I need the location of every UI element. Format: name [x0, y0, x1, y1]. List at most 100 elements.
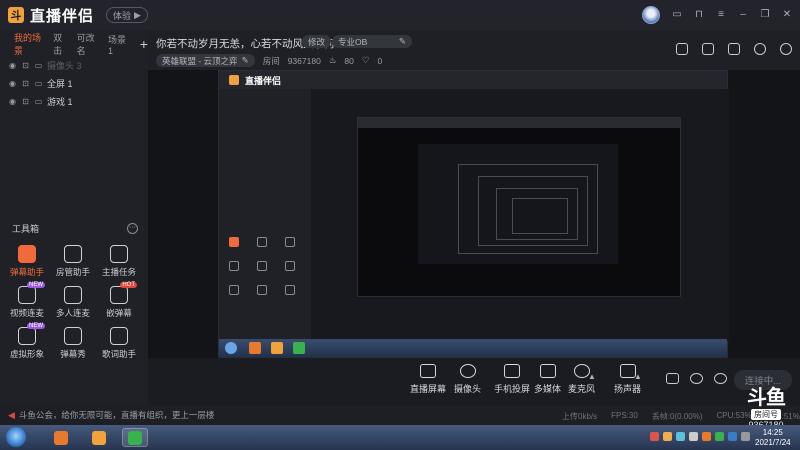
trial-label: 体验 — [113, 10, 132, 21]
upload-rate: 上传0kb/s — [562, 412, 598, 421]
tools-header: 工具箱 ··· — [12, 222, 138, 235]
tool-badge: NEW — [27, 282, 45, 288]
avatar[interactable] — [642, 6, 660, 24]
eye-icon[interactable]: ◉ — [8, 97, 17, 106]
record-icon[interactable] — [728, 43, 740, 55]
shirt-icon[interactable]: ⊓ — [694, 10, 704, 20]
tool-video-link[interactable]: NEW 视频连麦 — [4, 282, 50, 319]
source-label: 游戏 1 — [47, 96, 73, 107]
lock-icon[interactable]: ⊡ — [21, 79, 30, 88]
start-button[interactable] — [6, 427, 26, 447]
heart-icon: ♡ — [361, 55, 370, 65]
lock-icon[interactable]: ⊡ — [21, 61, 30, 70]
scene-tab[interactable]: 场景1 — [108, 33, 128, 56]
gear-icon[interactable] — [714, 373, 727, 384]
eye-icon[interactable] — [690, 373, 703, 384]
tool-multi-link[interactable]: 多人连麦 — [50, 286, 96, 319]
nested-tool — [285, 237, 295, 247]
task-icon — [110, 245, 128, 263]
tray-icon[interactable] — [650, 432, 659, 441]
room-id-label: 房间 — [262, 55, 280, 66]
tools-more-icon[interactable]: ··· — [127, 223, 138, 234]
control-screen[interactable]: 直播屏幕 — [410, 364, 446, 395]
nested-tool — [229, 285, 239, 295]
tray-icon[interactable] — [663, 432, 672, 441]
bell-icon[interactable] — [754, 43, 766, 55]
source-row[interactable]: ◉ ⊡ ▭ 游戏 1 — [0, 92, 148, 110]
room-id: 9367180 — [287, 55, 321, 66]
tool-lyrics[interactable]: 歌词助手 — [96, 327, 142, 360]
screenshot-icon[interactable] — [702, 43, 714, 55]
layout-icon[interactable] — [676, 43, 688, 55]
scene-tab[interactable]: 双击 — [53, 31, 69, 57]
tool-embed-danmaku[interactable]: HOT 嵌弹幕 — [96, 282, 142, 319]
status-bar: ◀ 斗鱼公会，给你无限可能，直播有组织，更上一层楼 上传0kb/s FPS:30… — [0, 405, 800, 425]
source-row[interactable]: ◉ ⊡ ▭ 摄像头 3 — [0, 56, 148, 74]
tool-badge: NEW — [27, 323, 45, 329]
eye-icon[interactable]: ◉ — [8, 61, 17, 70]
live-preview[interactable]: 直播伴侣 — [148, 70, 800, 358]
game-label: 英雄联盟 - 云顶之弈 — [162, 55, 238, 66]
tray-icon[interactable] — [715, 432, 724, 441]
app-douyu-1[interactable] — [48, 428, 74, 447]
tray-icon[interactable] — [676, 432, 685, 441]
source-label: 摄像头 3 — [47, 60, 82, 71]
trial-button[interactable]: 体验 ▶ — [106, 7, 148, 23]
control-bar: 直播屏幕 摄像头 手机投屏 多媒体 麦克风 扬声器 ▲ ▲ 连接中... — [148, 358, 800, 405]
scene-tab[interactable]: 我的场景 — [14, 31, 45, 57]
tool-admin-helper[interactable]: 房管助手 — [50, 245, 96, 278]
tool-danmaku-helper[interactable]: 弹幕助手 — [4, 245, 50, 278]
close-icon[interactable]: ✕ — [782, 10, 792, 20]
app-logo: 斗 直播伴侣 — [8, 5, 94, 26]
watermark-sub: 房间号 — [751, 409, 781, 420]
source-type-icon: ▭ — [34, 78, 43, 88]
tool-avatar[interactable]: NEW 虚拟形象 — [4, 323, 50, 360]
control-media[interactable]: 多媒体 — [534, 364, 561, 395]
nested-screen — [357, 117, 681, 297]
control-phone-cast[interactable]: 手机投屏 — [494, 364, 530, 395]
tool-task[interactable]: 主播任务 — [96, 245, 142, 278]
source-type-icon: ▭ — [34, 60, 43, 70]
speaker-caret-icon[interactable]: ▲ — [634, 372, 642, 381]
tray-icon[interactable] — [728, 432, 737, 441]
source-row[interactable]: ◉ ⊡ ▭ 全屏 1 — [0, 74, 148, 92]
add-scene-icon[interactable]: + — [140, 37, 148, 51]
nested-main — [311, 89, 729, 341]
tool-label: 歌词助手 — [101, 349, 136, 359]
tray-icon[interactable] — [689, 432, 698, 441]
notice[interactable]: ◀ 斗鱼公会，给你无限可能，直播有组织，更上一层楼 — [8, 409, 214, 421]
frame-loss: 丢帧:0(0.00%) — [651, 412, 703, 421]
min-icon[interactable]: – — [738, 10, 748, 20]
app-name: 直播伴侣 — [30, 7, 95, 25]
message-icon[interactable]: ▭ — [672, 10, 682, 20]
menu-icon[interactable]: ≡ — [716, 10, 726, 20]
scene-tab[interactable]: 可改名 — [77, 31, 100, 57]
category-select[interactable]: 专业OB ✎ — [332, 35, 412, 48]
tray-icon[interactable] — [702, 432, 711, 441]
source-list: ◉ ⊡ ▭ 摄像头 3 ◉ ⊡ ▭ 全屏 1 ◉ ⊡ ▭ 游戏 1 — [0, 56, 148, 110]
lyrics-icon — [110, 327, 128, 345]
game-select[interactable]: 英雄联盟 - 云顶之弈 ✎ — [156, 54, 255, 67]
app-wechat[interactable] — [122, 428, 148, 447]
app-douyu-1-icon — [54, 430, 68, 445]
mic-caret-icon[interactable]: ▲ — [588, 372, 596, 381]
app-douyu-2[interactable] — [86, 428, 112, 447]
control-camera[interactable]: 摄像头 — [454, 364, 481, 395]
eye-icon[interactable]: ◉ — [8, 79, 17, 88]
edit-title-button[interactable]: 修改 — [302, 35, 332, 48]
tool-danmaku-show[interactable]: 弹幕秀 — [50, 327, 96, 360]
tray-icon[interactable] — [741, 432, 750, 441]
nested-tool — [229, 237, 239, 247]
lock-icon[interactable]: ⊡ — [21, 97, 30, 106]
video-link-icon: NEW — [18, 282, 45, 304]
clock[interactable]: 14:25 2021/7/24 — [755, 428, 791, 448]
settings-icon[interactable] — [780, 43, 792, 55]
nested-logo-icon — [229, 75, 239, 85]
restore-icon[interactable]: ❐ — [760, 10, 770, 20]
tool-label: 主播任务 — [101, 267, 136, 277]
avatar-icon: NEW — [18, 323, 45, 345]
play-icon: ▶ — [134, 9, 141, 20]
tool-label: 多人连麦 — [55, 308, 90, 318]
nested-tool — [229, 261, 239, 271]
record-video-icon[interactable] — [666, 373, 679, 384]
